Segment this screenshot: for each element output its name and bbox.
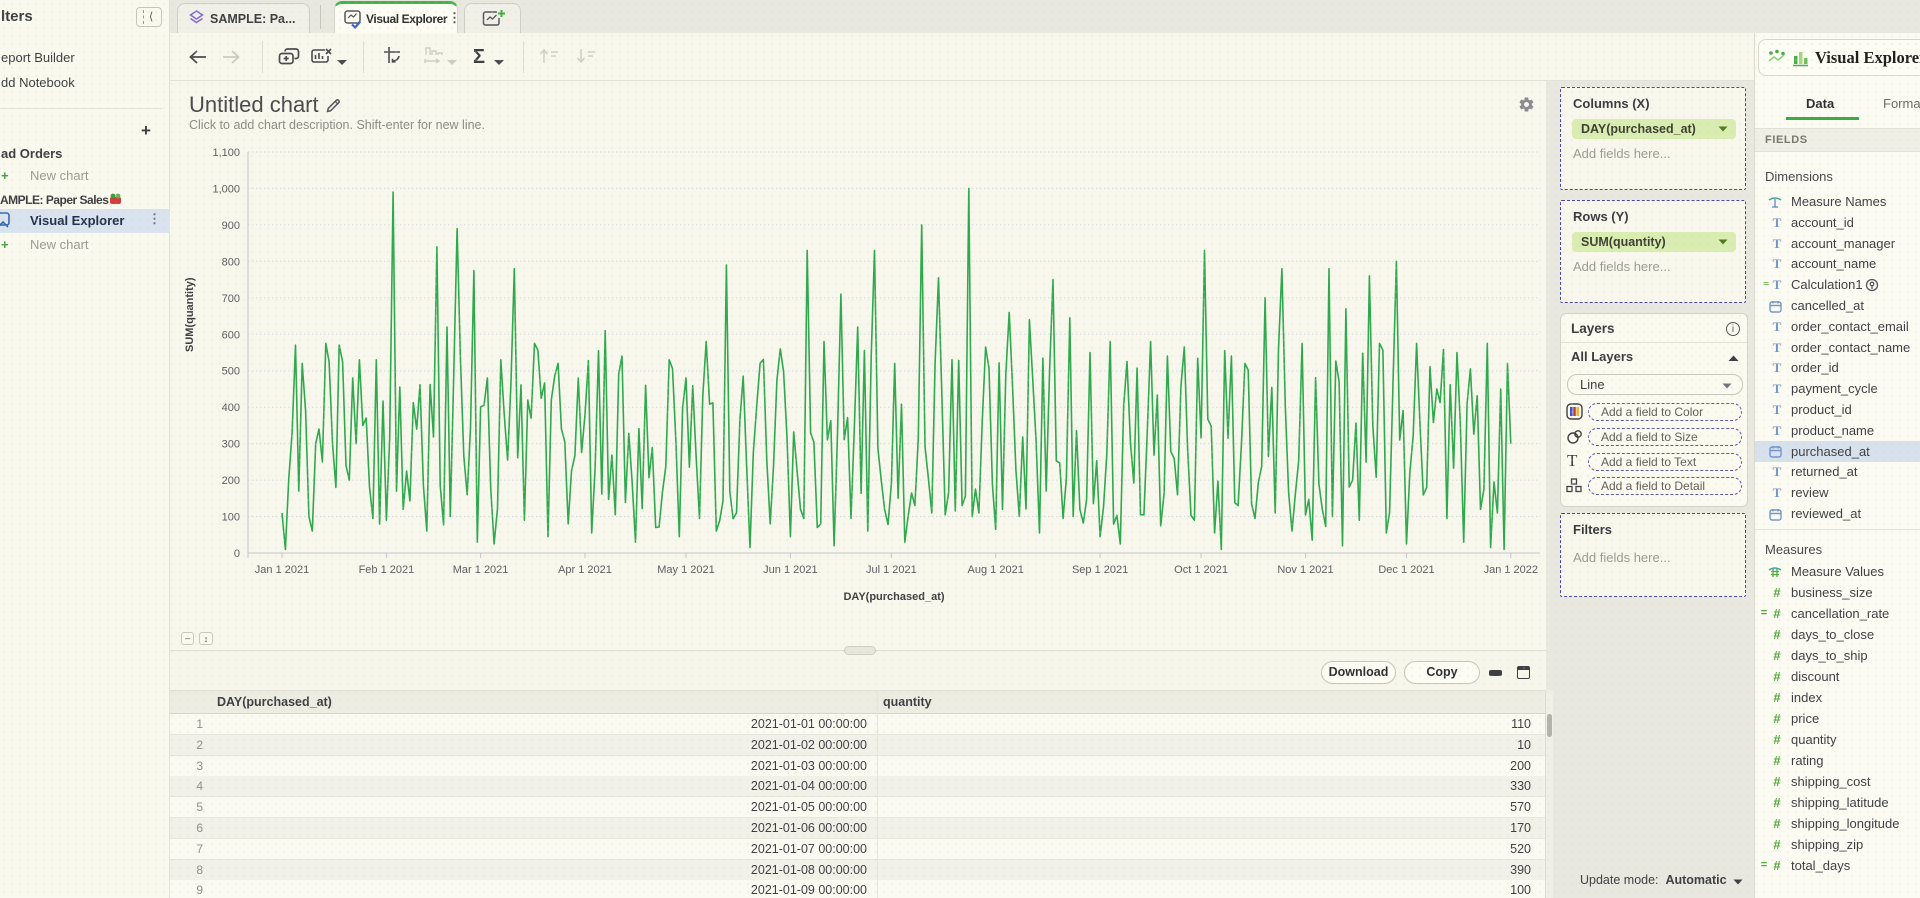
svg-text:700: 700 [222, 293, 240, 305]
svg-text:Jan 1 2022: Jan 1 2022 [1484, 564, 1538, 576]
svg-text:600: 600 [222, 329, 240, 341]
svg-text:Apr 1 2021: Apr 1 2021 [558, 564, 612, 576]
svg-text:Jul 1 2021: Jul 1 2021 [866, 564, 917, 576]
svg-text:Jun 1 2021: Jun 1 2021 [763, 564, 817, 576]
svg-text:Oct 1 2021: Oct 1 2021 [1174, 564, 1228, 576]
svg-text:1,000: 1,000 [212, 183, 240, 195]
svg-text:100: 100 [222, 512, 240, 524]
svg-text:Dec 1 2021: Dec 1 2021 [1378, 564, 1434, 576]
svg-text:500: 500 [222, 366, 240, 378]
svg-text:Mar 1 2021: Mar 1 2021 [453, 564, 509, 576]
svg-text:Nov 1 2021: Nov 1 2021 [1277, 564, 1333, 576]
svg-text:800: 800 [222, 256, 240, 268]
svg-text:400: 400 [222, 402, 240, 414]
svg-text:May 1 2021: May 1 2021 [657, 564, 714, 576]
svg-text:900: 900 [222, 220, 240, 232]
svg-text:Jan 1 2021: Jan 1 2021 [255, 564, 309, 576]
svg-text:Aug 1 2021: Aug 1 2021 [968, 564, 1024, 576]
svg-text:300: 300 [222, 439, 240, 451]
svg-text:Feb 1 2021: Feb 1 2021 [359, 564, 415, 576]
svg-text:200: 200 [222, 475, 240, 487]
svg-text:0: 0 [234, 548, 240, 560]
svg-text:Sep 1 2021: Sep 1 2021 [1072, 564, 1128, 576]
svg-text:1,100: 1,100 [212, 147, 240, 159]
